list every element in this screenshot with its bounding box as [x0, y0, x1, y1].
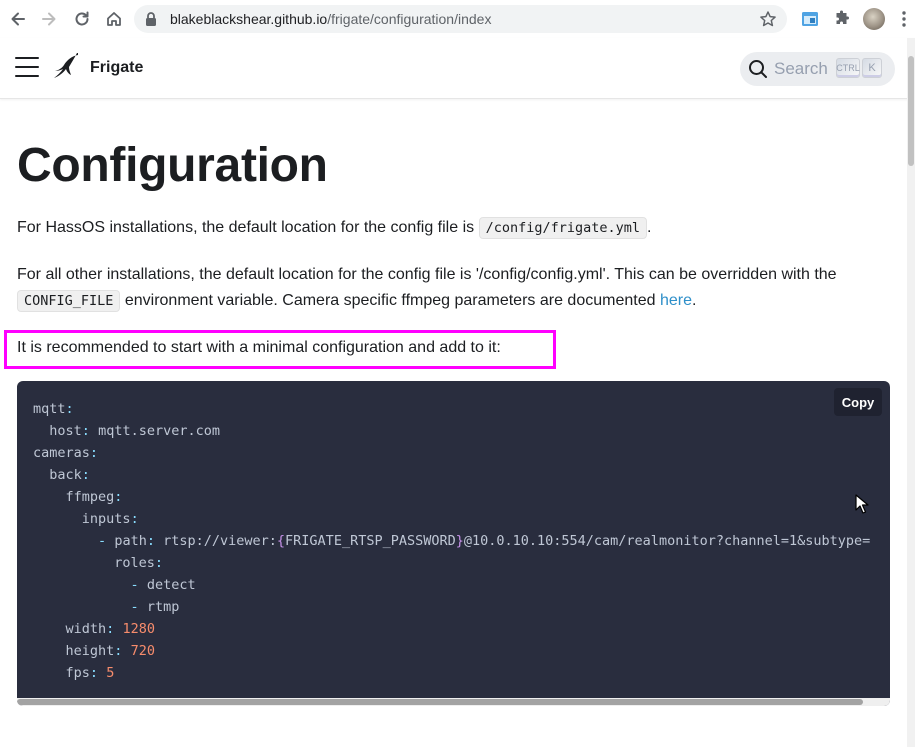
p2-text: For all other installations, the default…	[17, 266, 837, 283]
p2-code: CONFIG_FILE	[17, 290, 121, 312]
code-val-role-rtmp: rtmp	[146, 599, 180, 615]
code-horizontal-scrollbar[interactable]	[17, 698, 890, 706]
p2-text2: environment variable. Camera specific ff…	[120, 292, 660, 309]
code-key-cameras: cameras	[33, 445, 90, 461]
p1-code: /config/frigate.yml	[478, 217, 647, 239]
code-key-ffmpeg: ffmpeg	[65, 489, 115, 505]
code-val-path-1: rtsp://viewer:	[163, 533, 277, 549]
paragraph-hassos: For HassOS installations, the default lo…	[17, 215, 651, 241]
url-text: blakeblackshear.github.io/frigate/config…	[170, 11, 491, 27]
code-key-back: back	[49, 467, 82, 483]
code-key-height: height	[65, 643, 115, 659]
code-val-path-var: FRIGATE_RTSP_PASSWORD	[285, 533, 456, 549]
url-path: /frigate/configuration/index	[327, 11, 492, 27]
kbd-ctrl: CTRL	[836, 58, 860, 78]
code-key-mqtt: mqtt	[33, 401, 66, 417]
code-key-inputs: inputs	[81, 511, 131, 527]
code-key-fps: fps	[65, 665, 90, 681]
search-placeholder: Search	[774, 59, 828, 78]
search-button[interactable]: Search CTRL K	[740, 52, 895, 86]
p1-end: .	[647, 219, 652, 236]
code-val-path-2: @10.0.10.10:554/cam/realmonitor?channel=…	[463, 533, 871, 549]
extension-window-icon[interactable]	[800, 9, 820, 29]
code-val-host: mqtt.server.com	[98, 423, 220, 439]
highlight-box	[4, 330, 556, 369]
kbd-k: K	[862, 58, 882, 78]
address-bar[interactable]: blakeblackshear.github.io/frigate/config…	[134, 5, 787, 33]
page-scrollbar[interactable]	[907, 38, 915, 747]
profile-avatar[interactable]	[863, 8, 885, 30]
code-val-fps: 5	[106, 665, 115, 681]
frigate-bird-logo-icon[interactable]	[52, 53, 80, 83]
code-key-roles: roles	[114, 555, 155, 571]
browser-menu-icon[interactable]	[900, 10, 908, 28]
paragraph-other-installs: For all other installations, the default…	[17, 262, 877, 314]
code-val-height: 720	[130, 643, 155, 659]
lock-icon[interactable]	[144, 11, 158, 27]
reload-icon[interactable]	[71, 8, 93, 30]
code-val-role-detect: detect	[146, 577, 196, 593]
search-icon	[749, 60, 767, 78]
here-link[interactable]: here	[660, 292, 692, 309]
p2-end: .	[691, 292, 697, 309]
code-key-width: width	[65, 621, 107, 637]
browser-toolbar: blakeblackshear.github.io/frigate/config…	[0, 0, 915, 39]
hamburger-menu-icon[interactable]	[15, 57, 39, 77]
copy-button[interactable]: Copy	[834, 388, 882, 416]
extensions-puzzle-icon[interactable]	[832, 9, 852, 29]
forward-arrow-icon[interactable]	[38, 8, 60, 30]
back-arrow-icon[interactable]	[7, 8, 29, 30]
page-title: Configuration	[17, 139, 328, 192]
code-block: mqtt: host: mqtt.server.com cameras: bac…	[17, 381, 890, 706]
mouse-cursor-icon	[855, 494, 869, 514]
code-key-host: host	[49, 423, 82, 439]
bookmark-star-icon[interactable]	[759, 10, 777, 28]
code-content: mqtt: host: mqtt.server.com cameras: bac…	[33, 401, 871, 681]
site-brand[interactable]: Frigate	[90, 59, 143, 77]
home-icon[interactable]	[103, 8, 125, 30]
code-scrollbar-thumb[interactable]	[17, 699, 863, 705]
code-key-path: path	[114, 533, 147, 549]
site-navbar: Frigate Search CTRL K	[0, 38, 915, 99]
page-scrollbar-thumb[interactable]	[908, 56, 914, 166]
code-val-width: 1280	[122, 621, 155, 637]
p1-text: For HassOS installations, the default lo…	[17, 219, 479, 236]
url-host: blakeblackshear.github.io	[170, 11, 328, 27]
